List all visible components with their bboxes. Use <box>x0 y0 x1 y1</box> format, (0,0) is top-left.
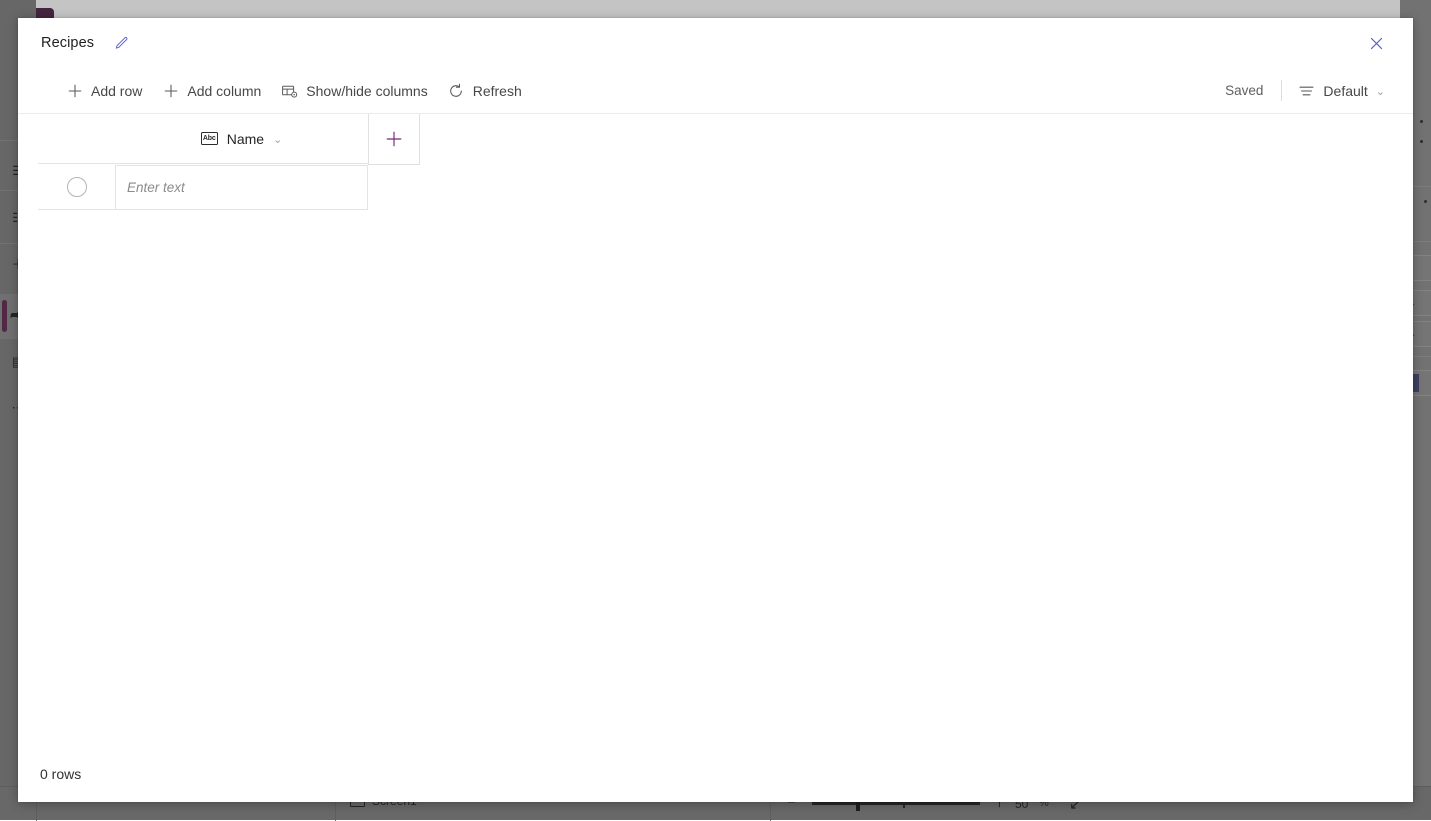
grid-header-select-cell <box>38 114 115 164</box>
refresh-label: Refresh <box>473 83 522 99</box>
view-selector[interactable]: Default ⌄ <box>1286 75 1395 107</box>
add-column-label: Add column <box>187 83 261 99</box>
pencil-icon[interactable] <box>107 29 135 57</box>
grid-column-header-label: Name <box>227 131 264 147</box>
view-list-icon <box>1298 82 1315 99</box>
add-row-button[interactable]: Add row <box>56 75 152 107</box>
cell-placeholder: Enter text <box>127 180 185 195</box>
recipes-table-dialog: Recipes Add row <box>18 18 1413 802</box>
dialog-title-bar: Recipes <box>18 18 1413 68</box>
grid-header-row: Abc Name ⌄ <box>38 114 420 165</box>
close-icon[interactable] <box>1359 26 1393 60</box>
grid-cell-name[interactable]: Enter text <box>115 165 368 210</box>
plus-icon <box>66 82 83 99</box>
dialog-footer: 0 rows <box>18 746 1413 802</box>
add-column-button[interactable]: Add column <box>152 75 271 107</box>
divider <box>1281 80 1282 101</box>
dialog-body: Abc Name ⌄ Enter text <box>18 114 1413 746</box>
page-title: Recipes <box>41 35 94 51</box>
grid-add-column-button[interactable] <box>368 114 420 165</box>
save-status: Saved <box>1225 83 1277 98</box>
row-select-cell[interactable] <box>38 165 115 210</box>
chevron-down-icon: ⌄ <box>1376 85 1385 98</box>
columns-settings-icon <box>281 82 298 99</box>
add-row-label: Add row <box>91 83 142 99</box>
row-count-label: 0 rows <box>40 766 81 782</box>
refresh-button[interactable]: Refresh <box>438 75 532 107</box>
table-row: Enter text <box>38 165 368 210</box>
row-select-circle[interactable] <box>67 177 87 197</box>
show-hide-columns-button[interactable]: Show/hide columns <box>271 75 437 107</box>
command-bar-right: Saved Default ⌄ <box>1225 75 1395 107</box>
refresh-icon <box>448 82 465 99</box>
chevron-down-icon: ⌄ <box>273 133 282 146</box>
dialog-command-bar: Add row Add column Show/hide columns <box>18 68 1413 114</box>
view-label: Default <box>1323 83 1367 99</box>
text-type-icon: Abc <box>201 132 218 145</box>
plus-icon <box>162 82 179 99</box>
grid-column-header-name[interactable]: Abc Name ⌄ <box>115 114 368 164</box>
show-hide-columns-label: Show/hide columns <box>306 83 427 99</box>
